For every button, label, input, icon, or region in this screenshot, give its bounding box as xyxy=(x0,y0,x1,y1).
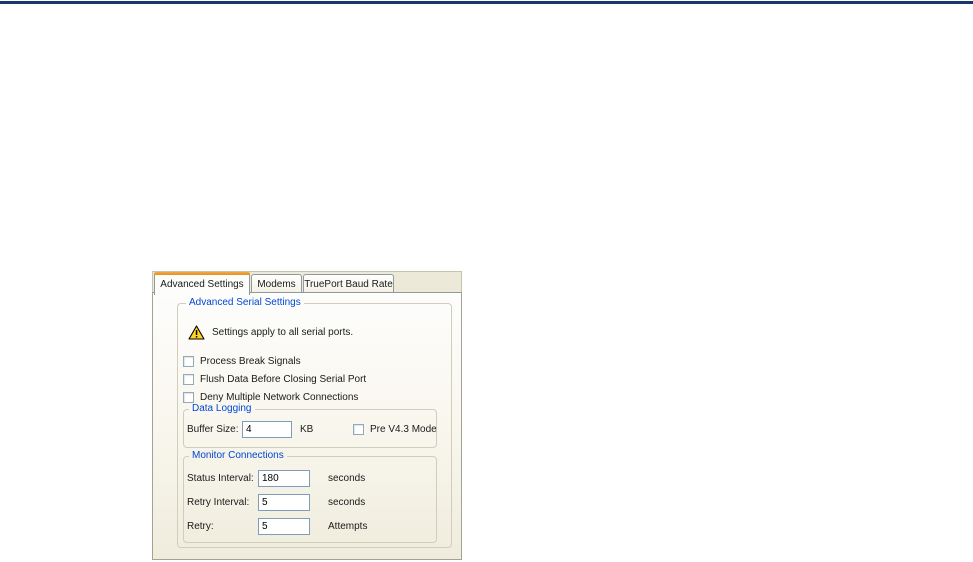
checkbox-label: Pre V4.3 Mode xyxy=(370,424,437,435)
buffer-size-unit: KB xyxy=(300,424,314,435)
checkbox-label: Deny Multiple Network Connections xyxy=(200,392,359,403)
checkbox-process-break-signals[interactable] xyxy=(183,356,194,367)
status-interval-input[interactable] xyxy=(258,470,310,487)
checkbox-label: Flush Data Before Closing Serial Port xyxy=(200,374,367,385)
warning-text: Settings apply to all serial ports. xyxy=(212,327,354,338)
tab-advanced-settings[interactable]: Advanced Settings xyxy=(154,272,250,295)
buffer-size-input[interactable] xyxy=(242,421,292,438)
checkbox-flush-data-before-closing[interactable] xyxy=(183,374,194,385)
status-interval-label: Status Interval: xyxy=(187,473,254,484)
buffer-size-label: Buffer Size: xyxy=(187,424,239,435)
settings-tab-control: Advanced Settings Modems TruePort Baud R… xyxy=(152,271,462,560)
retry-input[interactable] xyxy=(258,518,310,535)
checkbox-deny-multiple-network-connections[interactable] xyxy=(183,392,194,403)
top-divider-bar xyxy=(0,1,973,4)
retry-interval-input[interactable] xyxy=(258,494,310,511)
group-title: Advanced Serial Settings xyxy=(186,297,304,308)
status-interval-unit: seconds xyxy=(328,473,366,484)
checkbox-pre-v43-mode[interactable] xyxy=(353,424,364,435)
retry-label: Retry: xyxy=(187,521,214,532)
retry-unit: Attempts xyxy=(328,521,368,532)
checkbox-label: Process Break Signals xyxy=(200,356,301,367)
warning-triangle-icon xyxy=(188,325,205,340)
group-title: Data Logging xyxy=(189,403,255,414)
group-title: Monitor Connections xyxy=(189,450,287,461)
retry-interval-label: Retry Interval: xyxy=(187,497,250,508)
retry-interval-unit: seconds xyxy=(328,497,366,508)
